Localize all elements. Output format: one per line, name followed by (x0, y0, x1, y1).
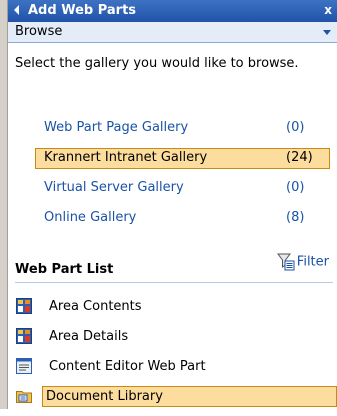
gallery-count: (0) (286, 120, 305, 135)
filter-button[interactable]: Filter (276, 253, 329, 271)
web-part-label: Content Editor Web Part (49, 359, 206, 374)
browse-label: Browse (15, 24, 63, 39)
chevron-down-icon[interactable] (323, 30, 331, 35)
web-part-label: Area Details (49, 329, 129, 344)
gallery-count: (8) (286, 210, 305, 225)
web-part-label: Document Library (42, 386, 337, 407)
web-part-label: Area Contents (49, 299, 142, 314)
content-editor-icon (16, 358, 32, 374)
gallery-name: Online Gallery (44, 210, 137, 225)
web-part-icon (16, 328, 32, 344)
web-part-item-area-details[interactable]: Area Details (15, 326, 337, 346)
web-part-list: Area Contents Area Details Content Edito… (15, 296, 337, 416)
browse-dropdown[interactable]: Browse (8, 22, 337, 43)
section-divider (15, 282, 333, 283)
gallery-list: Web Part Page Gallery (0) Krannert Intra… (35, 118, 330, 238)
gallery-name: Virtual Server Gallery (44, 180, 184, 195)
folder-icon (16, 391, 32, 403)
back-arrow-icon[interactable] (14, 5, 19, 15)
gallery-count: (24) (286, 150, 313, 165)
panel-title-bar: Add Web Parts x (8, 0, 337, 22)
web-part-item-document-library[interactable]: Document Library (15, 386, 337, 407)
gallery-item-web-part-page[interactable]: Web Part Page Gallery (0) (35, 118, 330, 139)
filter-icon (276, 253, 295, 271)
gallery-name: Krannert Intranet Gallery (44, 150, 208, 165)
web-part-item-area-contents[interactable]: Area Contents (15, 296, 337, 316)
web-part-icon (16, 298, 32, 314)
close-icon[interactable]: x (324, 3, 332, 17)
web-part-item-content-editor[interactable]: Content Editor Web Part (15, 356, 337, 376)
filter-label: Filter (296, 254, 329, 270)
gallery-item-online[interactable]: Online Gallery (8) (35, 208, 330, 229)
gallery-name: Web Part Page Gallery (44, 120, 189, 135)
add-web-parts-panel: Add Web Parts x Browse Select the galler… (8, 0, 337, 409)
window-border (0, 0, 8, 409)
gallery-item-virtual-server[interactable]: Virtual Server Gallery (0) (35, 178, 330, 199)
gallery-instructions: Select the gallery you would like to bro… (15, 56, 299, 71)
gallery-count: (0) (286, 180, 305, 195)
gallery-item-krannert-intranet[interactable]: Krannert Intranet Gallery (24) (35, 148, 330, 169)
web-part-list-heading: Web Part List (15, 262, 114, 277)
panel-title: Add Web Parts (28, 3, 137, 18)
